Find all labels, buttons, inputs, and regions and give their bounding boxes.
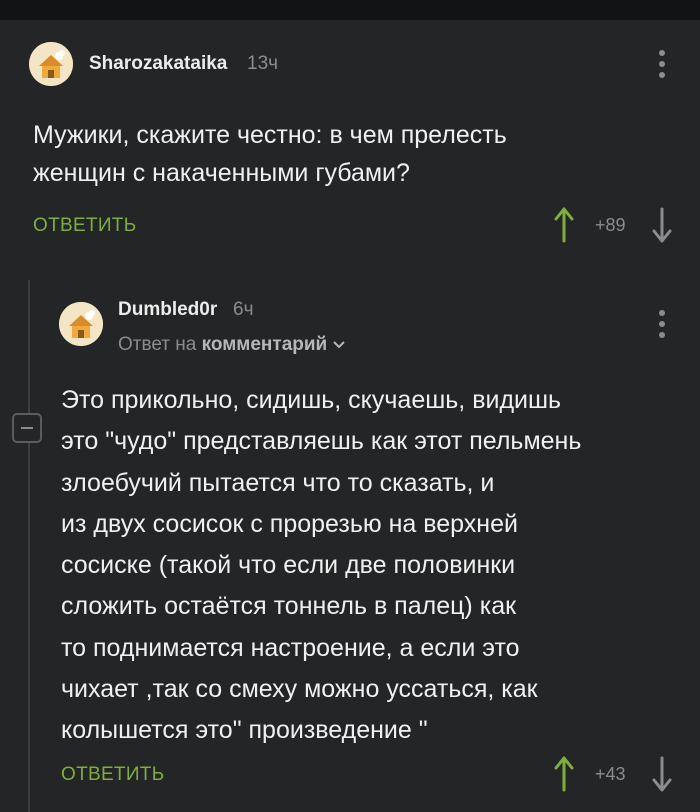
comment-root: Sharozakataika 13ч Мужики, скажите честн…	[0, 20, 700, 260]
comment-score: +89	[595, 215, 626, 235]
comment-time: 6ч	[233, 299, 254, 320]
reply-button[interactable]: ОТВЕТИТЬ	[61, 764, 164, 786]
comment-reply: Dumbled0r 6ч Ответ на комментарий Это пр…	[0, 260, 700, 812]
more-options-icon[interactable]	[652, 308, 672, 340]
vote-block: +89	[552, 205, 682, 245]
avatar[interactable]	[29, 42, 73, 86]
comment-score: +43	[595, 764, 626, 784]
avatar[interactable]	[59, 302, 103, 346]
comment-author[interactable]: Dumbled0r	[118, 299, 217, 321]
upvote-arrow-icon[interactable]	[552, 205, 576, 245]
chevron-down-icon	[333, 341, 345, 349]
house-avatar-icon	[29, 42, 73, 86]
comment-author[interactable]: Sharozakataika	[89, 53, 227, 75]
reply-to-link[interactable]: Ответ на комментарий	[118, 334, 345, 356]
comment-time: 13ч	[247, 53, 279, 74]
upvote-arrow-icon[interactable]	[552, 754, 576, 794]
comment-text: Мужики, скажите честно: в чем прелесть ж…	[33, 121, 507, 187]
vote-block: +43	[552, 754, 682, 794]
reply-to-target: комментарий	[201, 334, 328, 355]
downvote-arrow-icon[interactable]	[650, 754, 674, 794]
comment-text: Это прикольно, сидишь, скучаешь, видишь …	[61, 386, 582, 745]
reply-to-prefix: Ответ на	[118, 334, 197, 355]
more-options-icon[interactable]	[652, 48, 672, 80]
top-bar	[0, 0, 700, 20]
reply-button[interactable]: ОТВЕТИТЬ	[33, 215, 136, 237]
downvote-arrow-icon[interactable]	[650, 205, 674, 245]
house-avatar-icon	[59, 302, 103, 346]
